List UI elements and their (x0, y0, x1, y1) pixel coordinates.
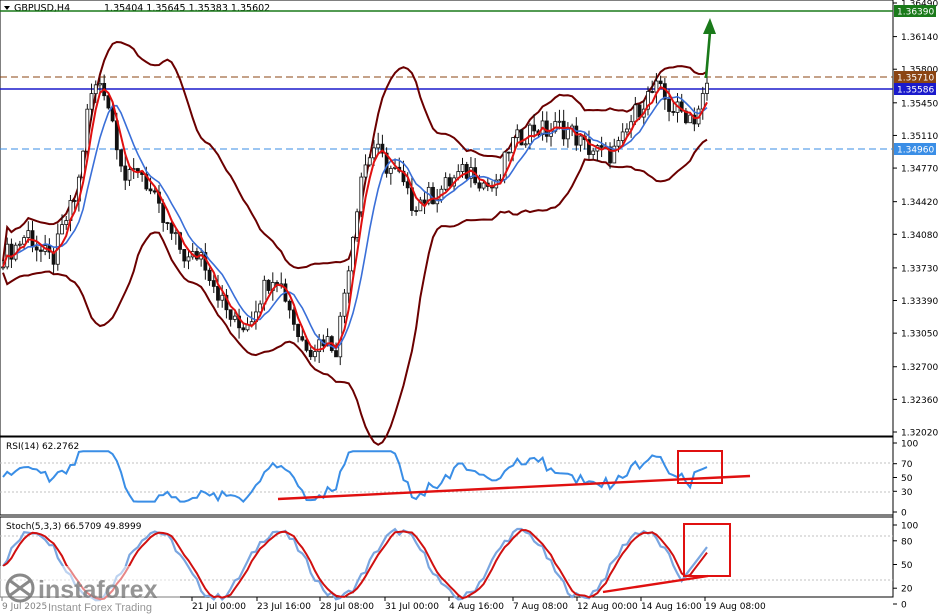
price-axis: 1.364901.361401.358001.354501.351101.347… (893, 0, 938, 439)
axis-tick-label: 0 (901, 509, 907, 519)
ohlc-label: 1.35404 1.35645 1.35383 1.35602 (104, 3, 270, 14)
candle (355, 208, 360, 242)
time-tick-label: 21 Jul 00:00 (192, 602, 246, 612)
svg-text:1.34960: 1.34960 (897, 146, 934, 156)
axis-tick-label: 20 (901, 585, 913, 595)
axis-tick-label: 100 (901, 440, 918, 450)
main-pane (0, 0, 894, 437)
stoch-axis: 100 80 50 20 0 (893, 522, 918, 611)
symbol-label: GBPUSD,H4 (14, 3, 70, 14)
time-tick-label: 31 Jul 00:00 (385, 602, 439, 612)
time-tick-label: 23 Jul 16:00 (257, 602, 311, 612)
price-tick-label: 1.33050 (901, 330, 938, 340)
instaforex-watermark: instaforex Instant Forex Trading (0, 566, 180, 616)
time-tick-label: 19 Aug 08:00 (705, 602, 766, 612)
time-tick-label: 4 Aug 16:00 (449, 602, 504, 612)
price-tick-label: 1.32360 (901, 396, 938, 406)
price-label-green: 1.36390 (894, 5, 936, 18)
price-label-brown: 1.35710 (894, 71, 936, 84)
price-tick-label: 1.36140 (901, 33, 938, 43)
axis-tick-label: 50 (901, 561, 913, 571)
price-label-lightblue: 1.34960 (894, 143, 936, 156)
axis-tick-label: 70 (901, 460, 913, 470)
chart[interactable]: GBPUSD,H4 1.35404 1.35645 1.35383 1.3560… (0, 0, 938, 616)
axis-tick-label: 50 (901, 474, 913, 484)
price-tick-label: 1.32020 (901, 429, 938, 439)
price-tick-label: 1.34080 (901, 231, 938, 241)
price-tick-label: 1.34770 (901, 165, 938, 175)
time-tick-label: 12 Aug 00:00 (577, 602, 638, 612)
time-tick-label: 28 Jul 08:00 (320, 602, 374, 612)
stoch-title: Stoch(5,3,3) 66.5709 49.8999 (6, 522, 142, 532)
axis-tick-label: 100 (901, 522, 918, 532)
price-tick-label: 1.33390 (901, 297, 938, 307)
axis-tick-label: 0 (901, 601, 907, 611)
watermark-tagline: Instant Forex Trading (48, 602, 152, 614)
rsi-axis: 100 70 50 30 0 (893, 440, 918, 519)
svg-text:1.36390: 1.36390 (897, 8, 934, 18)
axis-tick-label: 30 (901, 488, 913, 498)
watermark-brand: instaforex (38, 576, 158, 604)
rsi-title: RSI(14) 62.2762 (6, 442, 79, 452)
axis-tick-label: 80 (901, 537, 913, 547)
price-tick-label: 1.34420 (901, 198, 938, 208)
price-tick-label: 1.33730 (901, 264, 938, 274)
time-tick-label: 14 Aug 16:00 (641, 602, 702, 612)
price-tick-label: 1.35450 (901, 99, 938, 109)
price-tick-label: 1.35110 (901, 132, 938, 142)
price-tick-label: 1.32700 (901, 363, 938, 373)
svg-text:1.35586: 1.35586 (897, 86, 934, 96)
price-label-blue: 1.35586 (894, 83, 936, 96)
candle (359, 172, 364, 218)
candle (519, 129, 524, 146)
time-tick-label: 7 Aug 08:00 (513, 602, 568, 612)
svg-text:1.35710: 1.35710 (897, 74, 934, 84)
